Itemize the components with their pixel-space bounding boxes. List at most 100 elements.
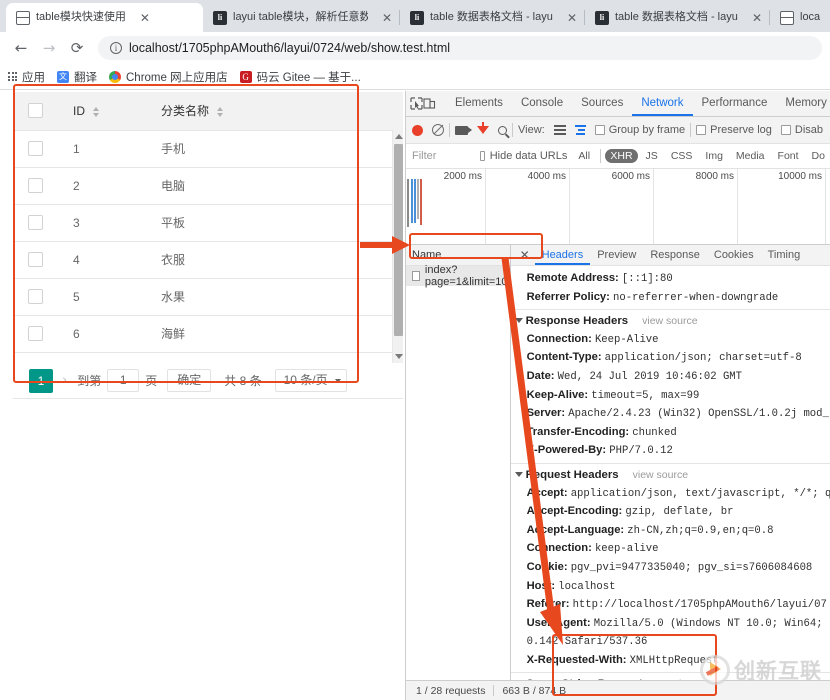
layui-icon: li — [410, 10, 424, 25]
browser-tab-0[interactable]: table模块快速使用 ✕ — [6, 3, 203, 32]
detail-tab-headers[interactable]: Headers — [534, 245, 591, 265]
pagination-page-input[interactable]: 1 — [107, 369, 140, 392]
view-source-link[interactable]: view source — [633, 469, 688, 481]
pagination-next-icon[interactable]: › — [62, 373, 67, 388]
tab-close-icon[interactable]: ✕ — [382, 12, 392, 24]
network-overview-timeline[interactable]: 2000 ms 4000 ms 6000 ms 8000 ms 10000 ms — [406, 169, 830, 245]
header-line: Referer: http://localhost/1705phpAMouth6… — [511, 596, 830, 615]
devtools-tab-sources[interactable]: Sources — [572, 91, 632, 116]
view-source-link[interactable]: view source — [642, 315, 697, 327]
header-line: Server: Apache/2.4.23 (Win32) OpenSSL/1.… — [511, 405, 830, 424]
devtools-tab-console[interactable]: Console — [512, 91, 572, 116]
filter-type-media[interactable]: Media — [731, 149, 770, 163]
tab-title: table模块快速使用 — [36, 11, 126, 23]
reload-button[interactable]: ⟳ — [64, 35, 90, 61]
row-checkbox[interactable] — [28, 215, 43, 230]
timeline-event-bar — [420, 179, 422, 225]
table-header-id[interactable]: ID — [58, 92, 146, 131]
select-all-checkbox[interactable] — [28, 103, 43, 119]
filter-type-font[interactable]: Font — [773, 149, 804, 163]
detail-tab-timing[interactable]: Timing — [761, 245, 808, 265]
browser-tab-1[interactable]: li layui table模块，解析任意数据 ✕ — [203, 3, 400, 32]
view-label: View: — [518, 124, 545, 136]
funnel-filter-icon[interactable] — [477, 122, 489, 134]
table-row[interactable]: 5 水果 — [13, 278, 403, 316]
filter-type-xhr[interactable]: XHR — [605, 149, 638, 163]
table-row[interactable]: 4 衣服 — [13, 241, 403, 279]
browser-tab-2[interactable]: li table 数据表格文档 - layui ✕ — [399, 3, 585, 32]
detail-tab-preview[interactable]: Preview — [590, 245, 643, 265]
table-row[interactable]: 6 海鲜 — [13, 315, 403, 353]
row-checkbox[interactable] — [28, 178, 43, 193]
sort-icon[interactable] — [93, 106, 100, 117]
group-by-frame-checkbox[interactable] — [594, 125, 605, 135]
site-info-icon[interactable]: i — [110, 42, 122, 54]
tab-close-icon[interactable]: ✕ — [140, 12, 150, 24]
header-key: Server: — [526, 407, 566, 420]
forward-button[interactable]: → — [36, 35, 62, 61]
tab-close-icon[interactable]: ✕ — [752, 12, 762, 24]
row-checkbox[interactable] — [28, 326, 43, 341]
device-toolbar-icon[interactable] — [423, 93, 436, 115]
request-headers-section-title[interactable]: Request Headers view source — [510, 462, 830, 485]
detail-tab-response[interactable]: Response — [643, 245, 707, 265]
header-line: Host: localhost — [511, 578, 830, 597]
sort-icon[interactable] — [217, 107, 224, 118]
waterfall-view-icon[interactable] — [574, 125, 586, 135]
filter-type-doc[interactable]: Do — [807, 149, 830, 163]
search-icon[interactable] — [498, 125, 507, 135]
table-vertical-scrollbar[interactable] — [392, 130, 403, 363]
detail-tab-cookies[interactable]: Cookies — [707, 245, 761, 265]
close-icon[interactable]: ✕ — [515, 248, 535, 262]
devtools-tab-elements[interactable]: Elements — [446, 91, 512, 116]
header-value: Apache/2.4.23 (Win32) OpenSSL/1.0.2j mod… — [568, 408, 829, 421]
filter-type-js[interactable]: JS — [641, 149, 663, 163]
navigation-toolbar: ← → ⟳ i localhost/1705phpAMouth6/layui/0… — [0, 32, 830, 64]
bookmark-gitee[interactable]: 码云 Gitee — 基于... — [239, 69, 361, 85]
filter-type-img[interactable]: Img — [700, 149, 728, 163]
scroll-down-icon[interactable] — [395, 354, 403, 359]
screenshot-camera-icon[interactable] — [455, 125, 472, 135]
list-view-icon[interactable] — [553, 125, 566, 135]
table-row[interactable]: 3 平板 — [13, 204, 403, 242]
bookmark-apps[interactable]: 应用 — [8, 69, 45, 85]
row-checkbox[interactable] — [28, 289, 43, 304]
devtools-tab-performance[interactable]: Performance — [693, 91, 777, 116]
preserve-log-checkbox[interactable] — [696, 125, 707, 135]
header-key: Accept: — [526, 486, 568, 499]
row-checkbox-cell — [13, 241, 58, 279]
filter-type-css[interactable]: CSS — [666, 149, 698, 163]
header-value: gzip, deflate, br — [625, 506, 734, 519]
row-checkbox[interactable] — [28, 252, 43, 267]
hide-data-urls-checkbox[interactable] — [479, 151, 485, 161]
header-key: User-Agent: — [526, 616, 591, 629]
bookmark-translate[interactable]: 翻译 — [57, 69, 97, 85]
record-dot-icon[interactable] — [412, 124, 423, 136]
scrollbar-thumb[interactable] — [394, 144, 403, 336]
bookmark-chrome-store[interactable]: Chrome 网上应用店 — [109, 69, 228, 85]
table-header-name[interactable]: 分类名称 — [146, 92, 403, 131]
table-row[interactable]: 1 手机 — [13, 130, 403, 168]
browser-tab-3[interactable]: li table 数据表格文档 - layui ✕ — [584, 3, 770, 32]
request-list-item[interactable]: index?page=1&limit=10 — [406, 264, 510, 288]
back-button[interactable]: ← — [8, 35, 34, 61]
filter-input[interactable]: Filter — [412, 150, 480, 162]
disable-cache-checkbox[interactable] — [780, 125, 791, 135]
scroll-up-icon[interactable] — [395, 134, 403, 139]
pagination-per-page-select[interactable]: 10 条/页 — [274, 369, 347, 392]
pagination-confirm-button[interactable]: 确定 — [167, 369, 212, 392]
devtools-tab-network[interactable]: Network — [632, 91, 693, 116]
devtools-tab-memory[interactable]: Memory — [776, 91, 830, 116]
tab-close-icon[interactable]: ✕ — [567, 12, 577, 24]
pagination-current-page[interactable]: 1 — [29, 368, 53, 393]
row-id: 6 — [58, 315, 146, 353]
devtools-tab-bar: Elements Console Sources Network Perform… — [406, 91, 830, 117]
row-checkbox[interactable] — [28, 141, 43, 156]
response-headers-section-title[interactable]: Response Headers view source — [510, 309, 830, 331]
filter-type-all[interactable]: All — [573, 149, 595, 163]
browser-tab-4[interactable]: loca — [769, 3, 830, 32]
clear-icon[interactable] — [432, 124, 444, 136]
table-row[interactable]: 2 电脑 — [13, 167, 403, 205]
inspect-element-icon[interactable] — [410, 93, 423, 115]
address-bar[interactable]: i localhost/1705phpAMouth6/layui/0724/we… — [98, 36, 822, 60]
